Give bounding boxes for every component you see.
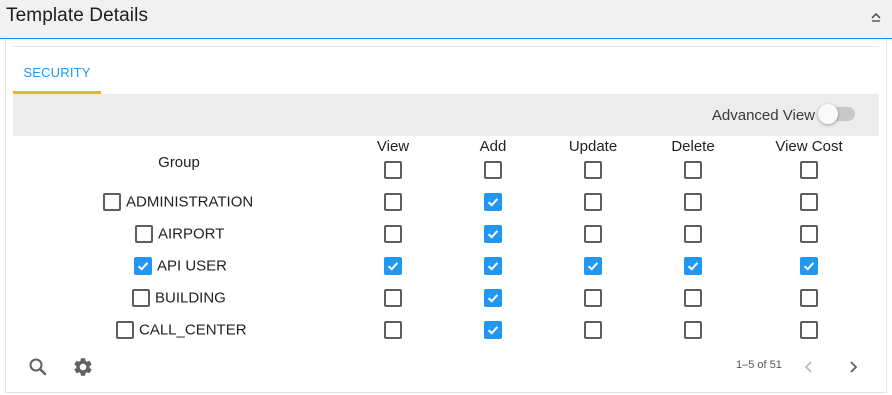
chevron-left-icon[interactable] <box>802 360 816 374</box>
permission-checkbox[interactable] <box>584 193 602 211</box>
group-checkbox[interactable] <box>103 193 121 211</box>
chevron-right-icon[interactable] <box>846 360 860 374</box>
permission-checkbox[interactable] <box>800 321 818 339</box>
details-panel <box>5 39 887 393</box>
group-checkbox[interactable] <box>116 321 134 339</box>
divider <box>13 46 879 47</box>
checkmark-icon <box>387 262 399 271</box>
column-header: Update <box>568 138 618 155</box>
group-label: API USER <box>157 257 228 275</box>
permission-checkbox[interactable] <box>384 257 402 275</box>
checkmark-icon <box>487 262 499 271</box>
column-select-all-checkbox[interactable] <box>684 161 702 179</box>
column-header: Delete <box>671 138 715 155</box>
group-checkbox[interactable] <box>135 225 153 243</box>
checkmark-icon <box>487 198 499 207</box>
security-toolbar: Advanced View <box>13 94 879 136</box>
permission-checkbox[interactable] <box>384 321 402 339</box>
pagination-range: 1–5 of 51 <box>736 359 782 371</box>
permission-checkbox[interactable] <box>800 289 818 307</box>
permission-checkbox[interactable] <box>384 225 402 243</box>
tab-security[interactable]: SECURITY <box>13 58 101 94</box>
gear-icon[interactable] <box>72 356 94 378</box>
permission-checkbox[interactable] <box>800 257 818 275</box>
group-label: AIRPORT <box>158 225 225 243</box>
group-column-header: Group <box>158 154 200 171</box>
permission-checkbox[interactable] <box>484 321 502 339</box>
permission-checkbox[interactable] <box>584 289 602 307</box>
permission-checkbox[interactable] <box>484 289 502 307</box>
checkmark-icon <box>487 326 499 335</box>
permission-checkbox[interactable] <box>484 225 502 243</box>
permission-checkbox[interactable] <box>800 193 818 211</box>
checkmark-icon <box>687 262 699 271</box>
column-header: View Cost <box>775 138 843 155</box>
column-header: Add <box>479 138 507 155</box>
permission-checkbox[interactable] <box>684 257 702 275</box>
group-label: ADMINISTRATION <box>126 193 254 211</box>
checkmark-icon <box>487 230 499 239</box>
column-select-all-checkbox[interactable] <box>800 161 818 179</box>
group-checkbox[interactable] <box>134 257 152 275</box>
column-select-all-checkbox[interactable] <box>384 161 402 179</box>
column-select-all-checkbox[interactable] <box>484 161 502 179</box>
group-label: BUILDING <box>155 289 226 307</box>
checkmark-icon <box>487 294 499 303</box>
permission-checkbox[interactable] <box>684 193 702 211</box>
tab-security-label: SECURITY <box>23 65 91 80</box>
group-label: CALL_CENTER <box>139 321 247 339</box>
permission-checkbox[interactable] <box>684 289 702 307</box>
page-title: Template Details <box>6 5 149 26</box>
permission-checkbox[interactable] <box>484 257 502 275</box>
permission-checkbox[interactable] <box>384 289 402 307</box>
checkmark-icon <box>137 262 149 271</box>
toggle-knob <box>818 104 838 124</box>
advanced-view-toggle[interactable] <box>818 104 855 124</box>
permission-checkbox[interactable] <box>484 193 502 211</box>
permission-checkbox[interactable] <box>584 225 602 243</box>
checkmark-icon <box>803 262 815 271</box>
group-checkbox[interactable] <box>132 289 150 307</box>
advanced-view-label: Advanced View <box>711 107 815 124</box>
permission-checkbox[interactable] <box>584 257 602 275</box>
permission-checkbox[interactable] <box>584 321 602 339</box>
permission-checkbox[interactable] <box>800 225 818 243</box>
template-details-header: Template Details <box>0 0 892 39</box>
column-header: View <box>376 138 410 155</box>
permission-checkbox[interactable] <box>684 321 702 339</box>
permission-checkbox[interactable] <box>684 225 702 243</box>
search-icon[interactable] <box>27 356 49 378</box>
checkmark-icon <box>587 262 599 271</box>
chevron-up-icon[interactable] <box>870 12 882 24</box>
permission-checkbox[interactable] <box>384 193 402 211</box>
column-select-all-checkbox[interactable] <box>584 161 602 179</box>
